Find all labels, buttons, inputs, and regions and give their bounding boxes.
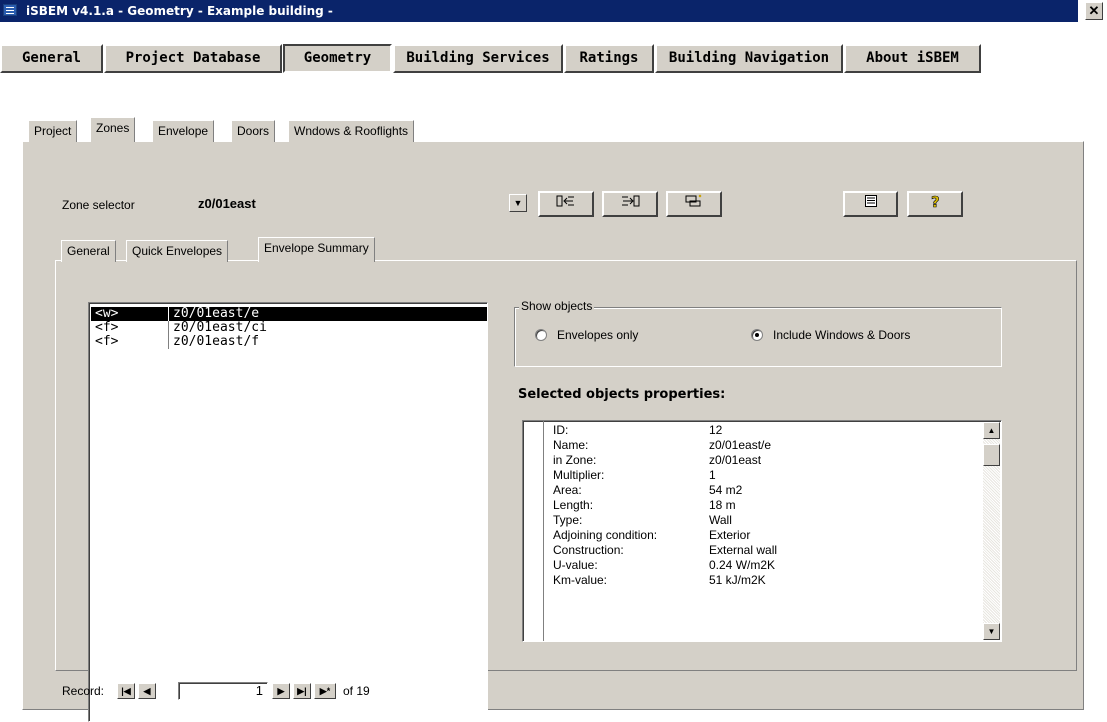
property-row: Area: 54 m2 bbox=[553, 483, 983, 498]
record-number-field[interactable]: 1 bbox=[178, 682, 268, 700]
property-row: Construction: External wall bbox=[553, 543, 983, 558]
property-value: 54 m2 bbox=[709, 483, 743, 497]
properties-list[interactable]: ID: 12 Name: z0/01east/e in Zone: z0/01east… bbox=[522, 420, 1002, 642]
object-name: z0/01east/f bbox=[173, 334, 260, 349]
property-row: in Zone: z0/01east bbox=[553, 453, 983, 468]
object-type: <f> bbox=[95, 320, 119, 335]
main-tab-ratings[interactable]: Ratings bbox=[564, 44, 654, 73]
tab-zone-general[interactable]: General bbox=[61, 240, 116, 262]
property-value: z0/01east/e bbox=[709, 438, 772, 452]
tab-project[interactable]: Project bbox=[28, 120, 78, 142]
property-row: ID: 12 bbox=[553, 423, 983, 438]
scroll-down-icon[interactable]: ▼ bbox=[983, 623, 1000, 640]
zone-selector-value: z0/01east bbox=[198, 196, 256, 211]
show-objects-legend: Show objects bbox=[519, 299, 595, 313]
property-key: U-value: bbox=[553, 558, 598, 572]
first-record-icon[interactable]: |◀ bbox=[117, 683, 135, 699]
property-value: Wall bbox=[709, 513, 732, 527]
record-count: of 19 bbox=[343, 684, 370, 698]
object-type: <f> bbox=[95, 334, 119, 349]
list-item[interactable]: <w> z0/01east/e bbox=[91, 307, 487, 321]
zone-prev-icon[interactable] bbox=[538, 191, 594, 217]
object-name: z0/01east/e bbox=[173, 306, 260, 321]
zone-selector-combo[interactable]: z0/01east ▼ bbox=[192, 194, 527, 214]
property-key: Multiplier: bbox=[553, 468, 605, 482]
property-value: 0.24 W/m2K bbox=[709, 558, 776, 572]
properties-gutter bbox=[543, 421, 544, 641]
properties-heading: Selected objects properties: bbox=[518, 387, 726, 402]
object-type: <w> bbox=[95, 306, 119, 321]
main-tab-building-navigation[interactable]: Building Navigation bbox=[655, 44, 843, 73]
close-icon[interactable]: ✕ bbox=[1085, 2, 1103, 20]
window-title: iSBEM v4.1.a - Geometry - Example buildi… bbox=[26, 4, 333, 18]
title-bar: iSBEM v4.1.a - Geometry - Example buildi… bbox=[0, 0, 1107, 22]
property-key: in Zone: bbox=[553, 453, 597, 467]
tab-windows-rooflights[interactable]: Wndows & Rooflights bbox=[288, 120, 415, 142]
combo-dropdown-icon[interactable]: ▼ bbox=[509, 194, 527, 212]
property-row: Multiplier: 1 bbox=[553, 468, 983, 483]
column-divider bbox=[168, 335, 169, 349]
help-icon[interactable]: ? bbox=[907, 191, 963, 217]
radio-include-windows-doors[interactable] bbox=[751, 329, 763, 341]
properties-scrollbar[interactable]: ▲ ▼ bbox=[983, 422, 1000, 640]
scroll-up-icon[interactable]: ▲ bbox=[983, 422, 1000, 439]
list-item[interactable]: <f> z0/01east/ci bbox=[91, 321, 487, 335]
object-name: z0/01east/ci bbox=[173, 320, 267, 335]
property-row: Type: Wall bbox=[553, 513, 983, 528]
radio-envelopes-only[interactable] bbox=[535, 329, 547, 341]
next-record-icon[interactable]: ▶ bbox=[272, 683, 290, 699]
property-key: Km-value: bbox=[553, 573, 608, 587]
new-record-icon[interactable]: ▶* bbox=[314, 683, 336, 699]
scroll-thumb[interactable] bbox=[983, 444, 1000, 466]
envelope-object-list[interactable]: <w> z0/01east/e <f> z0/01east/ci <f> z0/… bbox=[88, 302, 488, 722]
property-row: Km-value: 51 kJ/m2K bbox=[553, 573, 983, 588]
tab-quick-envelopes[interactable]: Quick Envelopes bbox=[126, 240, 229, 262]
tab-envelope[interactable]: Envelope bbox=[152, 120, 215, 142]
property-value: 18 m bbox=[709, 498, 736, 512]
property-key: ID: bbox=[553, 423, 569, 437]
property-value: 1 bbox=[709, 468, 716, 482]
column-divider bbox=[168, 321, 169, 335]
property-key: Area: bbox=[553, 483, 582, 497]
main-tab-building-services[interactable]: Building Services bbox=[393, 44, 563, 73]
report-icon[interactable] bbox=[843, 191, 898, 217]
zone-selector-label: Zone selector bbox=[62, 198, 135, 212]
zone-next-icon[interactable] bbox=[602, 191, 658, 217]
last-record-icon[interactable]: ▶| bbox=[293, 683, 311, 699]
prev-record-icon[interactable]: ◀ bbox=[138, 683, 156, 699]
tab-envelope-summary[interactable]: Envelope Summary bbox=[258, 237, 375, 262]
property-value: z0/01east bbox=[709, 453, 762, 467]
property-row: Name: z0/01east/e bbox=[553, 438, 983, 453]
property-key: Length: bbox=[553, 498, 594, 512]
radio-envelopes-only-label[interactable]: Envelopes only bbox=[557, 328, 638, 342]
main-tab-about-isbem[interactable]: About iSBEM bbox=[844, 44, 981, 73]
main-tab-project-database[interactable]: Project Database bbox=[104, 44, 282, 73]
svg-text:?: ? bbox=[931, 193, 940, 209]
property-value: External wall bbox=[709, 543, 778, 557]
property-value: 51 kJ/m2K bbox=[709, 573, 766, 587]
property-key: Type: bbox=[553, 513, 583, 527]
column-divider bbox=[168, 307, 169, 321]
property-key: Construction: bbox=[553, 543, 624, 557]
tab-zones[interactable]: Zones bbox=[90, 117, 136, 142]
radio-include-windows-doors-label[interactable]: Include Windows & Doors bbox=[773, 328, 910, 342]
list-item[interactable]: <f> z0/01east/f bbox=[91, 335, 487, 349]
show-objects-group: Show objects Envelopes only Include Wind… bbox=[514, 299, 1002, 367]
record-label: Record: bbox=[62, 684, 105, 698]
main-tab-general[interactable]: General bbox=[0, 44, 103, 73]
property-value: Exterior bbox=[709, 528, 751, 542]
property-row: U-value: 0.24 W/m2K bbox=[553, 558, 983, 573]
property-value: 12 bbox=[709, 423, 723, 437]
property-row: Adjoining condition: Exterior bbox=[553, 528, 983, 543]
property-row: Length: 18 m bbox=[553, 498, 983, 513]
tab-doors[interactable]: Doors bbox=[231, 120, 276, 142]
property-key: Adjoining condition: bbox=[553, 528, 658, 542]
main-tab-geometry[interactable]: Geometry bbox=[283, 44, 392, 73]
property-key: Name: bbox=[553, 438, 589, 452]
app-icon bbox=[3, 4, 17, 16]
zone-new-icon[interactable] bbox=[666, 191, 722, 217]
